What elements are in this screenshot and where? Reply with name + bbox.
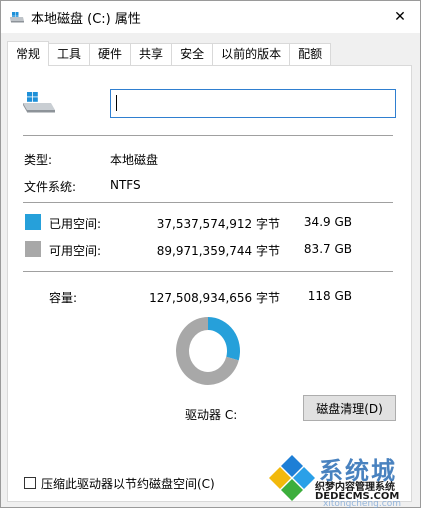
separator <box>23 271 393 272</box>
free-space-bytes: 89,971,359,744 字节 <box>156 244 280 258</box>
text-caret <box>116 95 117 111</box>
used-space-bytes: 37,537,574,912 字节 <box>156 217 280 231</box>
filesystem-label: 文件系统: <box>24 180 77 194</box>
tab-3[interactable]: 共享 <box>130 43 173 65</box>
title-bar: 本地磁盘 (C:) 属性 ✕ <box>1 1 420 33</box>
compress-checkbox[interactable] <box>24 477 36 489</box>
type-label: 类型: <box>24 153 53 167</box>
separator <box>23 135 393 136</box>
tab-strip: 常规 工具 硬件 共享 安全 以前的版本 配额 <box>7 41 332 66</box>
tab-2[interactable]: 硬件 <box>89 43 132 65</box>
tab-5[interactable]: 以前的版本 <box>212 43 291 65</box>
watermark: 系统城 织梦内容管理系统 DEDECMS.COM xitongcheng.com <box>263 451 418 509</box>
used-space-label: 已用空间: <box>49 217 102 231</box>
filesystem-value: NTFS <box>110 178 141 192</box>
chart-slice-0 <box>208 317 240 361</box>
capacity-size: 118 GB <box>307 289 352 303</box>
tab-1[interactable]: 工具 <box>48 43 91 65</box>
tab-0[interactable]: 常规 <box>7 41 50 66</box>
properties-window: 本地磁盘 (C:) 属性 ✕ 常规 工具 硬件 共享 安全 以前的版本 配额 类型: 本地磁… <box>0 0 421 509</box>
disk-cleanup-button[interactable]: 磁盘清理(D) <box>303 395 396 421</box>
drive-label: 驱动器 C: <box>185 408 238 422</box>
capacity-bytes: 127,508,934,656 字节 <box>149 291 280 305</box>
drive-icon <box>23 92 55 113</box>
close-icon: ✕ <box>394 9 406 25</box>
tab-4[interactable]: 安全 <box>171 43 214 65</box>
window-title: 本地磁盘 (C:) 属性 <box>31 12 141 27</box>
compress-checkbox-label[interactable]: 压缩此驱动器以节约磁盘空间(C) <box>41 475 215 492</box>
capacity-label: 容量: <box>49 291 78 305</box>
tab-6[interactable]: 配额 <box>289 43 332 65</box>
drive-icon <box>10 12 24 23</box>
drive-name-input[interactable] <box>110 89 396 118</box>
free-space-swatch <box>25 241 41 257</box>
type-value: 本地磁盘 <box>110 153 159 167</box>
used-space-size: 34.9 GB <box>303 215 352 229</box>
free-space-label: 可用空间: <box>49 244 102 258</box>
separator <box>23 202 393 203</box>
disk-usage-chart <box>176 317 240 385</box>
used-space-swatch <box>25 214 41 230</box>
free-space-size: 83.7 GB <box>303 242 352 256</box>
close-button[interactable]: ✕ <box>380 1 420 33</box>
general-tab-panel <box>7 65 412 502</box>
windows-logo-icon <box>269 455 315 501</box>
